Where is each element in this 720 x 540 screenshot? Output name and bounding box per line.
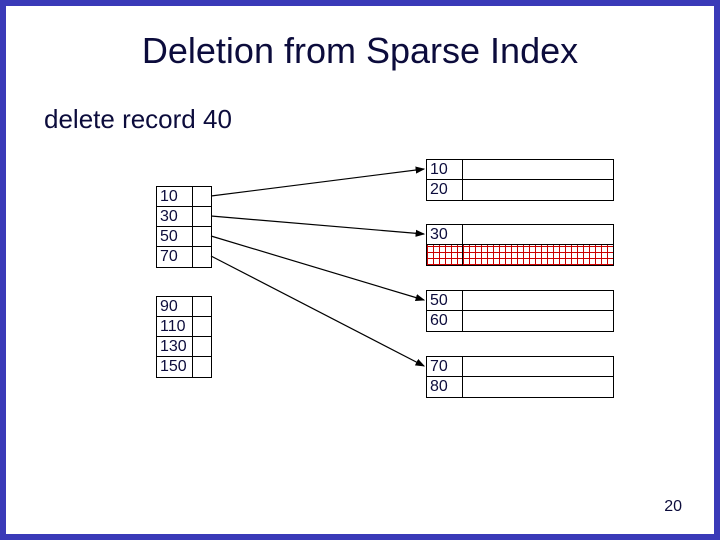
arrow [211, 169, 424, 196]
index-ptr [193, 357, 211, 377]
index-row: 70 [157, 247, 211, 267]
arrow [211, 236, 424, 300]
pointer-arrows [6, 6, 714, 534]
data-row-deleted [427, 245, 613, 265]
index-row: 50 [157, 227, 211, 247]
data-key [427, 245, 463, 265]
data-rest [463, 377, 613, 397]
data-rest [463, 311, 613, 331]
slide-subtitle: delete record 40 [44, 104, 232, 135]
data-key: 60 [427, 311, 463, 331]
index-row: 110 [157, 317, 211, 337]
index-ptr [193, 317, 211, 336]
index-row: 10 [157, 187, 211, 207]
data-key: 70 [427, 357, 463, 376]
index-key: 90 [157, 297, 193, 316]
data-key: 10 [427, 160, 463, 179]
index-row: 130 [157, 337, 211, 357]
data-block-2: 30 [426, 224, 614, 266]
data-row: 60 [427, 311, 613, 331]
index-ptr [193, 337, 211, 356]
data-rest [463, 357, 613, 376]
index-key: 70 [157, 247, 193, 267]
data-block-1: 10 20 [426, 159, 614, 201]
arrow [211, 256, 424, 366]
data-rest [463, 245, 613, 265]
slide-title: Deletion from Sparse Index [6, 30, 714, 72]
index-key: 30 [157, 207, 193, 226]
data-block-3: 50 60 [426, 290, 614, 332]
page-number: 20 [664, 498, 682, 516]
index-key: 130 [157, 337, 193, 356]
data-row: 30 [427, 225, 613, 245]
arrow [211, 216, 424, 234]
index-row: 150 [157, 357, 211, 377]
index-ptr [193, 227, 211, 246]
data-row: 70 [427, 357, 613, 377]
index-ptr [193, 247, 211, 267]
index-key: 10 [157, 187, 193, 206]
data-rest [463, 180, 613, 200]
data-key: 30 [427, 225, 463, 244]
data-row: 50 [427, 291, 613, 311]
index-ptr [193, 187, 211, 206]
data-block-4: 70 80 [426, 356, 614, 398]
data-rest [463, 160, 613, 179]
index-key: 150 [157, 357, 193, 377]
data-row: 10 [427, 160, 613, 180]
data-key: 20 [427, 180, 463, 200]
index-ptr [193, 207, 211, 226]
index-row: 30 [157, 207, 211, 227]
data-rest [463, 291, 613, 310]
data-row: 80 [427, 377, 613, 397]
data-key: 50 [427, 291, 463, 310]
index-key: 50 [157, 227, 193, 246]
index-key: 110 [157, 317, 193, 336]
index-block-2: 90 110 130 150 [156, 296, 212, 378]
data-rest [463, 225, 613, 244]
index-ptr [193, 297, 211, 316]
index-block-1: 10 30 50 70 [156, 186, 212, 268]
data-key: 80 [427, 377, 463, 397]
data-row: 20 [427, 180, 613, 200]
index-row: 90 [157, 297, 211, 317]
